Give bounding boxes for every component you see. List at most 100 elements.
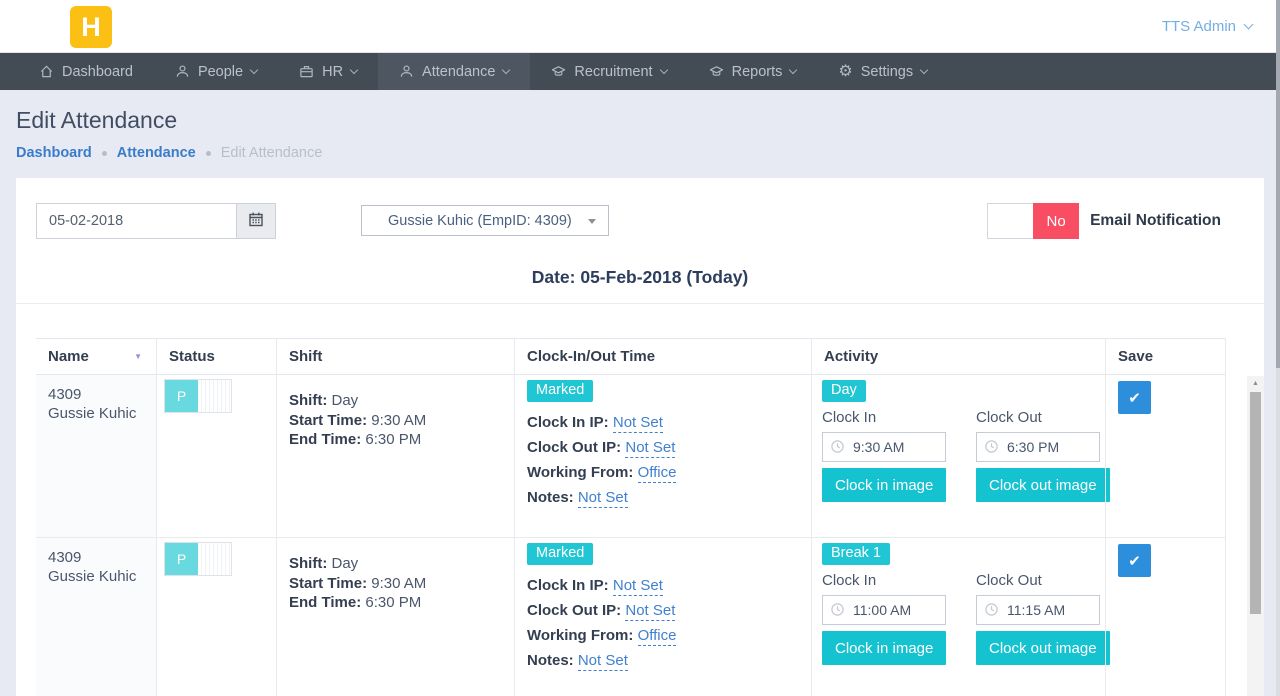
clock-out-image-button[interactable]: Clock out image: [976, 468, 1110, 502]
breadcrumb-separator: [206, 151, 211, 156]
status-badge: Marked: [527, 543, 593, 565]
people-icon: [175, 64, 190, 79]
nav-item-dashboard[interactable]: Dashboard: [18, 53, 154, 90]
user-menu[interactable]: TTS Admin: [1162, 0, 1252, 52]
breadcrumb-current: Edit Attendance: [221, 145, 323, 161]
working-from-link[interactable]: Office: [638, 464, 677, 483]
page-head: Edit Attendance Dashboard Attendance Edi…: [0, 90, 1280, 161]
nav-item-recruitment[interactable]: Recruitment: [530, 53, 687, 90]
presence-toggle[interactable]: P: [164, 542, 232, 576]
email-notification-toggle[interactable]: No: [987, 203, 1079, 239]
nav-item-hr[interactable]: HR: [278, 53, 378, 90]
cell-activity: Day Clock In Clock in image Clock Out: [811, 375, 1105, 538]
calendar-button[interactable]: [236, 203, 276, 239]
save-button[interactable]: ✔: [1118, 381, 1151, 414]
clock-out-image-button[interactable]: Clock out image: [976, 631, 1110, 665]
cell-clock-info: Marked Clock In IP: Not Set Clock Out IP…: [514, 375, 811, 538]
nav-label: Recruitment: [574, 64, 652, 80]
window-scrollbar[interactable]: [1276, 0, 1280, 696]
shift-value: Day: [332, 392, 359, 409]
presence-toggle-label: P: [165, 380, 198, 412]
end-time-value: 6:30 PM: [365, 594, 421, 611]
activity-badge: Day: [822, 380, 866, 402]
activity-badge: Break 1: [822, 543, 890, 565]
employee-id: 4309: [48, 385, 144, 404]
cell-name: 4309 Gussie Kuhic: [36, 375, 156, 538]
scrollbar-thumb[interactable]: [1250, 392, 1261, 614]
employee-select[interactable]: Gussie Kuhic (EmpID: 4309): [361, 205, 609, 236]
clock-in-image-button[interactable]: Clock in image: [822, 468, 946, 502]
date-picker-group: [36, 203, 276, 239]
clock-out-ip-link[interactable]: Not Set: [625, 602, 675, 621]
column-header-name[interactable]: Name ▼: [36, 338, 156, 375]
breadcrumb-separator: [102, 151, 107, 156]
nav-item-attendance[interactable]: Attendance: [378, 53, 530, 90]
date-heading: Date: 05-Feb-2018 (Today): [16, 267, 1264, 304]
notes-link[interactable]: Not Set: [578, 652, 628, 671]
filter-row: Gussie Kuhic (EmpID: 4309) No Email Noti…: [36, 203, 1244, 239]
nav-label: Reports: [732, 64, 783, 80]
toggle-state-label: No: [1033, 203, 1079, 239]
clock-icon: [830, 602, 845, 621]
nav-item-reports[interactable]: Reports: [688, 53, 818, 90]
clock-in-image-button[interactable]: Clock in image: [822, 631, 946, 665]
chevron-down-icon: [502, 66, 510, 74]
content-card: Gussie Kuhic (EmpID: 4309) No Email Noti…: [16, 178, 1264, 696]
cell-status: P: [156, 375, 276, 538]
column-header-status: Status: [156, 338, 276, 375]
cell-shift: Shift: Day Start Time: 9:30 AM End Time:…: [276, 375, 514, 538]
date-input[interactable]: [36, 203, 236, 239]
briefcase-icon: [299, 64, 314, 79]
nav-label: Dashboard: [62, 64, 133, 80]
breadcrumb: Dashboard Attendance Edit Attendance: [16, 145, 1264, 161]
calendar-icon: [248, 211, 264, 232]
clock-out-ip-link[interactable]: Not Set: [625, 439, 675, 458]
user-menu-label: TTS Admin: [1162, 18, 1236, 35]
caret-down-icon: [588, 219, 596, 224]
attendance-table: Name ▼ Status Shift Clock-In/Out Time Ac…: [36, 338, 1264, 696]
clock-icon: [984, 602, 999, 621]
clock-in-ip-link[interactable]: Not Set: [613, 577, 663, 596]
main-navbar: Dashboard People HR Attendance Recruitme…: [0, 53, 1280, 90]
clock-out-label: Clock Out: [976, 572, 1100, 589]
chevron-down-icon: [920, 66, 928, 74]
check-icon: ✔: [1128, 389, 1141, 407]
logo-letter: H: [81, 12, 101, 43]
reports-icon: [709, 64, 724, 79]
cell-save: ✔: [1105, 538, 1226, 696]
sort-desc-icon[interactable]: ▼: [134, 352, 142, 361]
table-scrollbar[interactable]: ▲: [1247, 376, 1264, 696]
presence-toggle[interactable]: P: [164, 379, 232, 413]
app-logo[interactable]: H: [70, 6, 112, 48]
employee-id: 4309: [48, 548, 144, 567]
gear-icon: ⚙: [838, 64, 852, 80]
column-header-clock: Clock-In/Out Time: [514, 338, 811, 375]
breadcrumb-attendance[interactable]: Attendance: [117, 145, 196, 161]
start-time-value: 9:30 AM: [371, 412, 426, 429]
scroll-up-arrow-icon[interactable]: ▲: [1247, 376, 1264, 391]
attendance-icon: [399, 64, 414, 79]
window-scrollbar-thumb[interactable]: [1276, 0, 1280, 368]
cell-clock-info: Marked Clock In IP: Not Set Clock Out IP…: [514, 538, 811, 696]
email-notification-label: Email Notification: [1090, 212, 1221, 230]
email-notification-control: No Email Notification: [987, 203, 1221, 239]
start-time-value: 9:30 AM: [371, 575, 426, 592]
presence-toggle-track: [198, 543, 231, 575]
clock-in-label: Clock In: [822, 572, 946, 589]
chevron-down-icon: [659, 66, 667, 74]
notes-link[interactable]: Not Set: [578, 489, 628, 508]
nav-item-people[interactable]: People: [154, 53, 278, 90]
clock-in-ip-link[interactable]: Not Set: [613, 414, 663, 433]
save-button[interactable]: ✔: [1118, 544, 1151, 577]
chevron-down-icon: [1244, 19, 1254, 29]
home-icon: [39, 64, 54, 79]
breadcrumb-dashboard[interactable]: Dashboard: [16, 145, 92, 161]
chevron-down-icon: [789, 66, 797, 74]
chevron-down-icon: [250, 66, 258, 74]
presence-toggle-label: P: [165, 543, 198, 575]
working-from-link[interactable]: Office: [638, 627, 677, 646]
app-header: H TTS Admin: [0, 0, 1280, 53]
nav-item-settings[interactable]: ⚙ Settings: [817, 53, 948, 90]
employee-name: Gussie Kuhic: [48, 567, 144, 586]
column-header-activity: Activity: [811, 338, 1105, 375]
